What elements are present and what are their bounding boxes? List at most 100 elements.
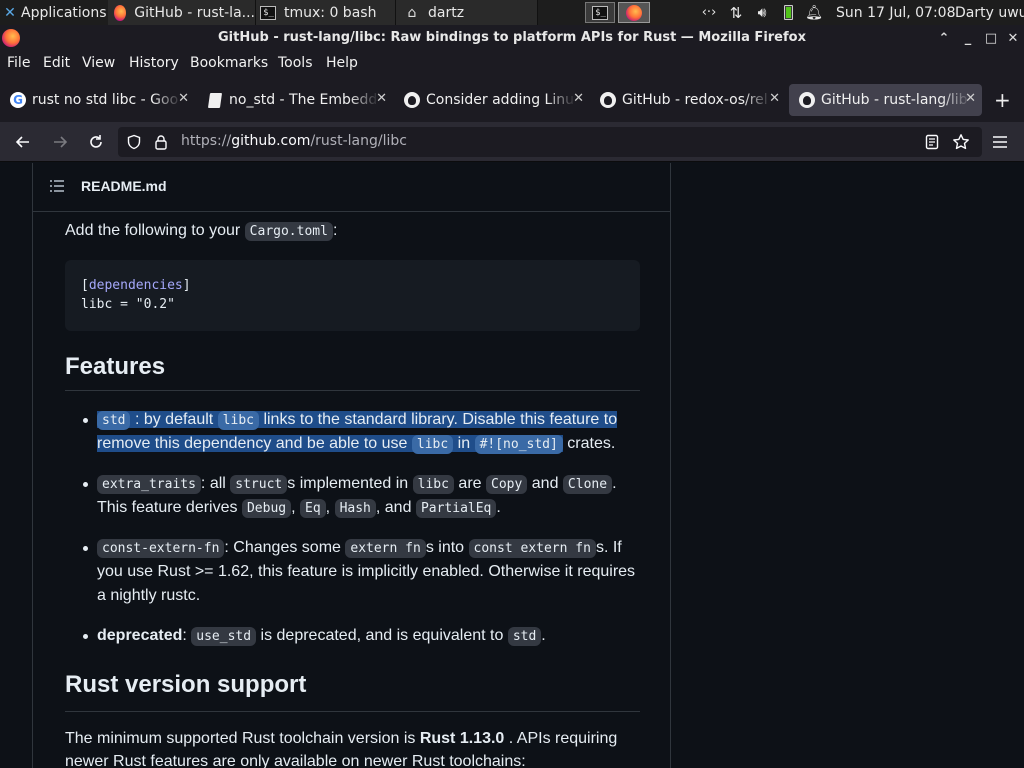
firefox-icon	[114, 4, 127, 21]
tab-github-issue[interactable]: Consider adding Linu ✕	[394, 84, 590, 116]
feature-extra-traits-line2: This feature derives Debug, Eq, Hash, an…	[97, 499, 501, 518]
code-line: libc = "0.2"	[81, 297, 175, 312]
readme-header: README.md	[33, 163, 670, 212]
volume-icon[interactable]: 🔊︎	[752, 0, 772, 25]
heading-divider	[65, 711, 640, 712]
install-intro: Add the following to your Cargo.toml:	[65, 222, 338, 241]
github-icon	[404, 92, 420, 108]
tab-close-icon[interactable]: ✕	[965, 91, 976, 106]
reload-icon[interactable]	[84, 130, 108, 154]
page-scrollbar[interactable]	[1016, 163, 1024, 768]
readme-panel: README.md Add the following to your Carg…	[32, 163, 671, 768]
clock[interactable]: Sun 17 Jul, 07:08	[836, 0, 956, 25]
workspace-terminal-button[interactable]: $_	[585, 2, 615, 23]
bookmark-star-icon[interactable]	[952, 133, 970, 155]
feature-const-extern-fn-line3: a nightly rustc.	[97, 587, 201, 604]
new-tab-plus-icon[interactable]: +	[994, 88, 1011, 112]
code-block[interactable]: [dependencies] libc = "0.2"	[65, 260, 640, 331]
tab-close-icon[interactable]: ✕	[376, 91, 387, 106]
menu-view[interactable]: View	[82, 55, 115, 71]
inline-code: use_std	[191, 627, 257, 646]
inline-code: extra_traits	[97, 475, 201, 494]
applications-menu[interactable]: ✕ Applications	[0, 0, 108, 25]
url-bar[interactable]: https://github.com/rust-lang/libc	[118, 127, 982, 157]
inline-code: const-extern-fn	[97, 539, 225, 558]
tab-close-icon[interactable]: ✕	[573, 91, 584, 106]
inline-code: libc	[411, 435, 454, 454]
inline-code: #![no_std]	[474, 435, 563, 454]
window-minimize-icon[interactable]: _	[958, 28, 978, 48]
tab-github-redox[interactable]: GitHub - redox-os/rel ✕	[590, 84, 786, 116]
feature-std-line1: std : by default libc links to the stand…	[97, 409, 618, 431]
navigation-toolbar: https://github.com/rust-lang/libc	[0, 122, 1024, 162]
inline-code: Copy	[486, 475, 528, 494]
tab-embedded-book[interactable]: no_std - The Embedd ✕	[197, 84, 393, 116]
notification-bell-icon[interactable]: 🔔︎	[804, 0, 824, 25]
inline-code: std	[507, 627, 542, 646]
menu-tools[interactable]: Tools	[278, 55, 313, 71]
network-icon[interactable]: ‹·›	[698, 0, 720, 25]
home-folder-icon: ⌂	[407, 4, 417, 21]
inline-code: Debug	[241, 499, 292, 518]
list-bullet	[83, 546, 88, 551]
shield-icon[interactable]	[126, 134, 142, 154]
window-title: GitHub - rust-lang/libc: Raw bindings to…	[218, 30, 806, 45]
list-bullet	[83, 482, 88, 487]
page-content[interactable]: README.md Add the following to your Carg…	[0, 163, 1024, 768]
readme-title: README.md	[81, 178, 167, 194]
tab-github-libc[interactable]: GitHub - rust-lang/lib ✕	[789, 84, 982, 116]
window-close-icon[interactable]: ✕	[1003, 28, 1023, 48]
reader-view-icon[interactable]	[924, 134, 940, 154]
menu-help[interactable]: Help	[326, 55, 358, 71]
github-icon	[600, 92, 616, 108]
taskbar-window-dartz[interactable]: ⌂ dartz	[396, 0, 538, 25]
inline-code: PartialEq	[415, 499, 497, 518]
feature-const-extern-fn-line1: const-extern-fn: Changes some extern fn s…	[97, 537, 622, 559]
google-icon: G	[10, 92, 26, 108]
system-taskbar: ✕ Applications GitHub - rust-la... $_ tm…	[0, 0, 1024, 25]
inline-code: const extern fn	[468, 539, 596, 558]
tab-bar: G rust no std libc - Goo ✕ no_std - The …	[0, 78, 1024, 122]
inline-code: Cargo.toml	[244, 222, 333, 241]
url-text[interactable]: https://github.com/rust-lang/libc	[181, 133, 407, 149]
window-restore-icon[interactable]: □	[981, 28, 1001, 48]
list-bullet	[83, 418, 88, 423]
firefox-icon	[626, 4, 642, 21]
lock-icon[interactable]	[154, 134, 168, 154]
feature-const-extern-fn-line2: you use Rust >= 1.62, this feature is im…	[97, 563, 636, 580]
terminal-icon: $_	[592, 5, 608, 20]
tab-close-icon[interactable]: ✕	[769, 91, 780, 106]
min-version-line2: newer Rust features are only available o…	[65, 753, 526, 768]
taskbar-window-tmux[interactable]: $_ tmux: 0 bash	[256, 0, 396, 25]
menu-bookmarks[interactable]: Bookmarks	[190, 55, 268, 71]
window-maximize-chevron-up-icon[interactable]: ⌃	[934, 28, 954, 48]
tab-google-search[interactable]: G rust no std libc - Goo ✕	[0, 84, 195, 116]
terminal-icon: $_	[260, 5, 276, 20]
taskbar-window-firefox[interactable]: GitHub - rust-la...	[108, 0, 256, 25]
tab-close-icon[interactable]: ✕	[178, 91, 189, 106]
inline-code: Clone	[562, 475, 613, 494]
hamburger-menu-icon[interactable]	[988, 130, 1012, 154]
menu-file[interactable]: File	[7, 55, 30, 71]
feature-deprecated-line: deprecated: use_std is deprecated, and i…	[97, 627, 546, 646]
transfer-arrows-icon[interactable]: ⇅	[726, 0, 746, 25]
workspace-firefox-button[interactable]	[618, 2, 650, 23]
book-icon	[207, 92, 223, 108]
inline-code: libc	[412, 475, 454, 494]
back-arrow-icon[interactable]	[11, 130, 35, 154]
forward-arrow-icon[interactable]	[48, 130, 72, 154]
heading-divider	[65, 390, 640, 391]
menu-history[interactable]: History	[129, 55, 179, 71]
inline-code: struct	[230, 475, 288, 494]
menubar: File Edit View History Bookmarks Tools H…	[0, 51, 1024, 78]
battery-icon[interactable]	[780, 0, 796, 25]
xfce-logo-icon: ✕	[4, 4, 16, 21]
table-of-contents-icon[interactable]	[50, 180, 64, 192]
user-menu[interactable]: Darty uwu	[955, 0, 1024, 25]
feature-std-line2: remove this dependency and be able to us…	[97, 435, 616, 454]
inline-code: Hash	[334, 499, 376, 518]
min-version-line1: The minimum supported Rust toolchain ver…	[65, 730, 618, 747]
menu-edit[interactable]: Edit	[43, 55, 70, 71]
inline-code: std	[97, 411, 131, 430]
inline-code: Eq	[300, 499, 326, 518]
